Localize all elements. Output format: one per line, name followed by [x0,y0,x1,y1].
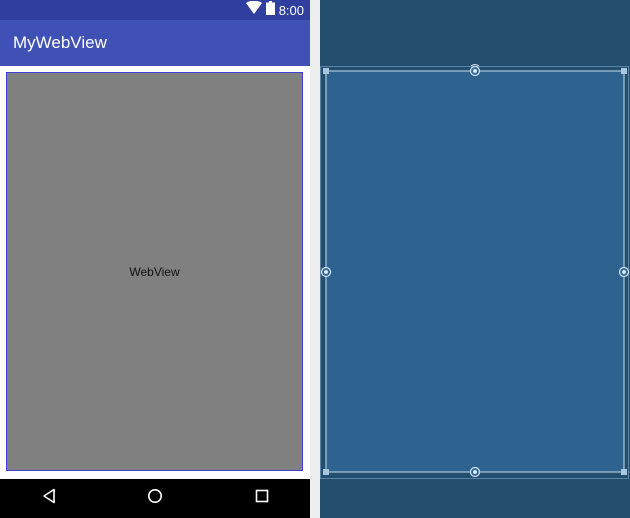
battery-icon [265,0,275,20]
resize-handle-top-left[interactable] [323,68,329,74]
webview-component[interactable]: WebView [6,72,303,471]
navigation-bar [0,479,310,518]
status-time: 8:00 [278,2,304,18]
design-surface: 8:00 MyWebView WebView [0,0,310,518]
webview-blueprint[interactable] [325,70,625,473]
webview-label: WebView [129,264,180,279]
layout-editor: 8:00 MyWebView WebView [0,0,630,518]
blueprint-surface [320,0,630,518]
status-icons: 8:00 [245,0,304,20]
app-title: MyWebView [13,33,107,52]
status-bar: 8:00 [0,0,310,20]
panel-divider[interactable] [310,0,320,518]
resize-handle-top-right[interactable] [621,68,627,74]
anchor-right[interactable] [618,266,630,278]
back-icon [42,488,56,509]
blueprint-canvas [320,64,630,479]
home-button[interactable] [135,479,175,518]
anchor-left[interactable] [320,266,332,278]
home-icon [147,488,163,509]
resize-handle-bottom-left[interactable] [323,469,329,475]
resize-handle-bottom-right[interactable] [621,469,627,475]
app-bar: MyWebView [0,20,310,66]
recents-button[interactable] [242,479,282,518]
recents-icon [255,489,269,508]
anchor-bottom[interactable] [469,466,481,478]
back-button[interactable] [29,479,69,518]
wifi-icon [245,0,262,19]
